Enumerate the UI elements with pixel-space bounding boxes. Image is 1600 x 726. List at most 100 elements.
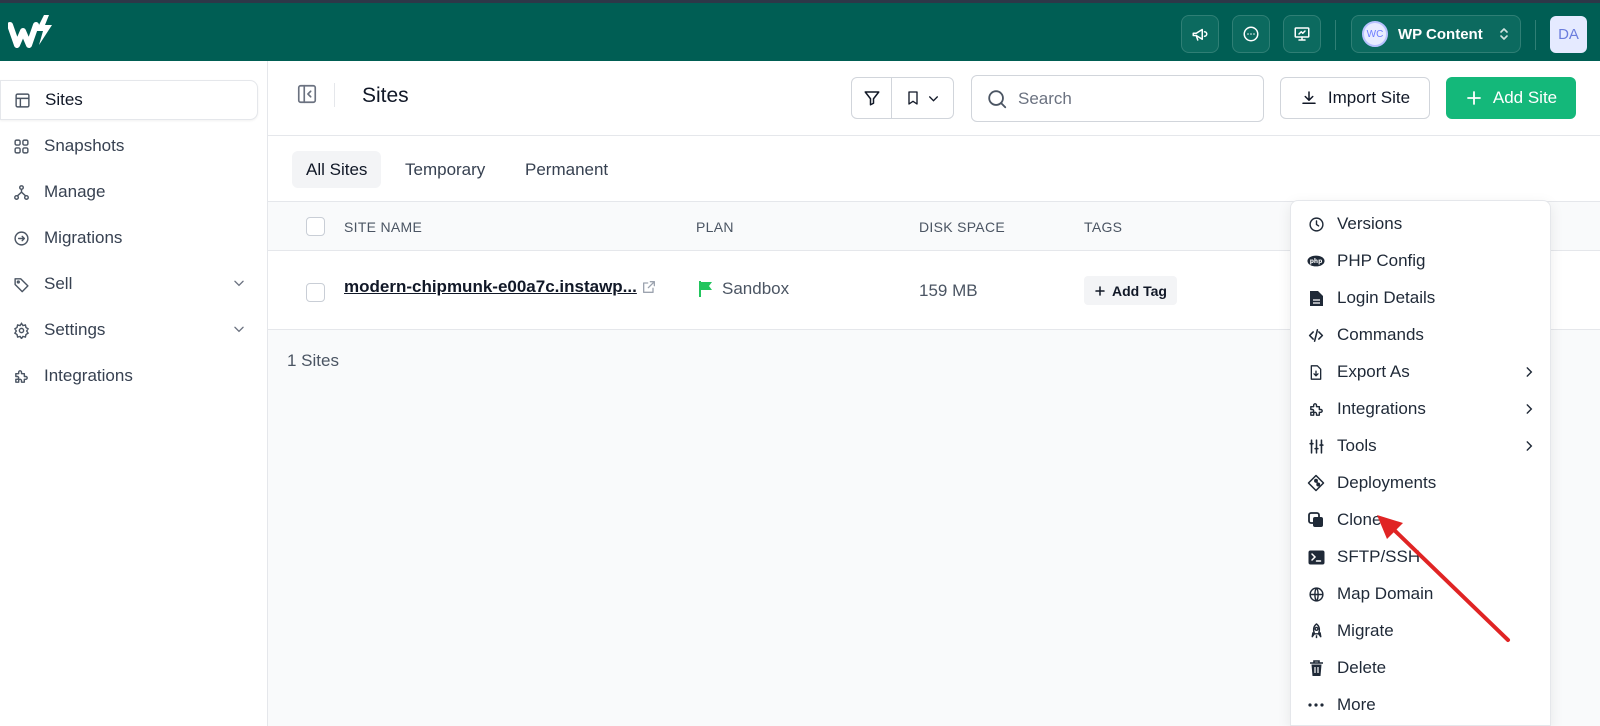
topbar-divider — [1535, 20, 1536, 50]
chevron-right-icon — [1526, 441, 1533, 451]
menu-item-label: More — [1337, 695, 1376, 714]
sidebar-item-manage[interactable]: Manage — [0, 172, 258, 212]
sidebar-item-label: Integrations — [44, 366, 133, 385]
plus-icon — [1466, 91, 1481, 105]
chevron-down-icon — [929, 95, 939, 102]
chevron-right-icon — [1526, 404, 1533, 414]
tab-all-sites[interactable]: All Sites — [292, 151, 382, 188]
sidebar-item-sites[interactable]: Sites — [0, 80, 258, 120]
sidebar-item-label: Migrations — [44, 228, 123, 247]
workspace-switcher[interactable]: WC WP Content — [1351, 15, 1521, 53]
download-icon — [1302, 91, 1316, 104]
clock-icon — [1307, 215, 1325, 233]
hierarchy-icon — [12, 183, 30, 201]
menu-item-commands[interactable]: Commands — [1291, 318, 1550, 352]
plus-icon — [1095, 285, 1105, 296]
search-input[interactable] — [1018, 88, 1258, 109]
menu-item-versions[interactable]: Versions — [1291, 207, 1550, 241]
page-header: Sites Import Site Add Site — [268, 61, 1600, 136]
sidebar-collapse-icon[interactable] — [296, 83, 318, 105]
app-logo[interactable] — [8, 13, 54, 53]
page-title: Sites — [362, 84, 409, 107]
rocket-icon — [1307, 622, 1325, 640]
svg-text:php: php — [1310, 259, 1323, 265]
menu-item-map-domain[interactable]: Map Domain — [1291, 577, 1550, 611]
row-checkbox[interactable] — [306, 283, 325, 302]
column-header-plan[interactable]: PLAN — [696, 219, 734, 235]
sidebar: Sites Snapshots Manage Migrations Sell S… — [0, 61, 268, 726]
menu-item-delete[interactable]: Delete — [1291, 651, 1550, 685]
dots-icon — [1307, 696, 1325, 714]
column-header-disk-space[interactable]: DISK SPACE — [919, 219, 1005, 235]
menu-item-label: Migrate — [1337, 621, 1394, 640]
terminal-icon — [1307, 548, 1325, 566]
plan-label: Sandbox — [722, 279, 790, 298]
code-icon — [1307, 326, 1325, 344]
header-divider — [334, 83, 335, 107]
user-avatar[interactable]: DA — [1550, 16, 1587, 53]
menu-item-login-details[interactable]: Login Details — [1291, 281, 1550, 315]
chevron-right-icon — [1526, 367, 1533, 377]
site-tabs: All Sites Temporary Permanent — [268, 136, 1600, 202]
megaphone-icon — [1192, 28, 1208, 41]
copy-icon — [1307, 511, 1325, 529]
add-site-button[interactable]: Add Site — [1446, 77, 1576, 119]
sidebar-item-snapshots[interactable]: Snapshots — [0, 126, 258, 166]
menu-item-label: Commands — [1337, 325, 1424, 344]
search-field[interactable] — [971, 75, 1264, 122]
filter-button[interactable] — [852, 78, 893, 118]
select-all-checkbox[interactable] — [306, 217, 325, 236]
menu-item-php-config[interactable]: php PHP Config — [1291, 244, 1550, 278]
import-site-label: Import Site — [1327, 88, 1411, 107]
git-icon — [1307, 474, 1325, 492]
sidebar-item-integrations[interactable]: Integrations — [0, 356, 258, 396]
import-site-button[interactable]: Import Site — [1280, 77, 1430, 119]
site-actions-menu: Versions php PHP Config Login Details Co… — [1290, 200, 1551, 726]
filter-icon — [864, 91, 880, 106]
sidebar-item-sell[interactable]: Sell — [0, 264, 258, 304]
menu-item-sftp-ssh[interactable]: SFTP/SSH — [1291, 540, 1550, 574]
chat-button[interactable] — [1232, 15, 1270, 53]
presentation-button[interactable] — [1283, 15, 1321, 53]
disk-space-value: 159 MB — [919, 281, 978, 300]
menu-item-integrations[interactable]: Integrations — [1291, 392, 1550, 426]
bookmark-icon — [908, 91, 918, 105]
add-tag-label: Add Tag — [1112, 282, 1167, 299]
plan-cell: Sandbox — [698, 279, 789, 299]
search-icon — [988, 89, 1007, 108]
gear-icon — [12, 321, 30, 339]
menu-item-label: Clone — [1337, 510, 1382, 529]
file-download-icon — [1307, 363, 1325, 381]
filter-toolbar — [851, 77, 954, 119]
menu-item-export-as[interactable]: Export As — [1291, 355, 1550, 389]
menu-item-deployments[interactable]: Deployments — [1291, 466, 1550, 500]
add-tag-button[interactable]: Add Tag — [1084, 276, 1177, 305]
arrow-circle-icon — [12, 229, 30, 247]
menu-item-label: SFTP/SSH — [1337, 547, 1421, 566]
sidebar-item-migrations[interactable]: Migrations — [0, 218, 258, 258]
menu-item-tools[interactable]: Tools — [1291, 429, 1550, 463]
menu-item-label: Export As — [1337, 362, 1410, 381]
menu-item-label: Login Details — [1337, 288, 1436, 307]
announcements-button[interactable] — [1181, 15, 1219, 53]
sidebar-item-settings[interactable]: Settings — [0, 310, 258, 350]
workspace-avatar: WC — [1362, 21, 1388, 47]
menu-item-migrate[interactable]: Migrate — [1291, 614, 1550, 648]
topbar-divider — [1335, 20, 1336, 50]
sidebar-item-label: Snapshots — [44, 136, 125, 155]
menu-item-label: Map Domain — [1337, 584, 1434, 603]
saved-filters-button[interactable] — [892, 78, 953, 118]
site-name-link[interactable]: modern-chipmunk-e00a7c.instawp... — [344, 277, 637, 297]
menu-item-label: Delete — [1337, 658, 1387, 677]
sidebar-item-label: Sell — [44, 274, 73, 293]
tab-permanent[interactable]: Permanent — [511, 151, 622, 188]
column-header-site-name[interactable]: SITE NAME — [344, 219, 422, 235]
external-link-icon[interactable] — [641, 279, 657, 295]
sidebar-item-label: Manage — [44, 182, 106, 201]
menu-item-more[interactable]: More — [1291, 688, 1550, 722]
tab-temporary[interactable]: Temporary — [391, 151, 499, 188]
menu-item-label: Deployments — [1337, 473, 1437, 492]
menu-item-clone[interactable]: Clone — [1291, 503, 1550, 537]
sidebar-item-label: Settings — [44, 320, 106, 339]
menu-item-label: Integrations — [1337, 399, 1426, 418]
